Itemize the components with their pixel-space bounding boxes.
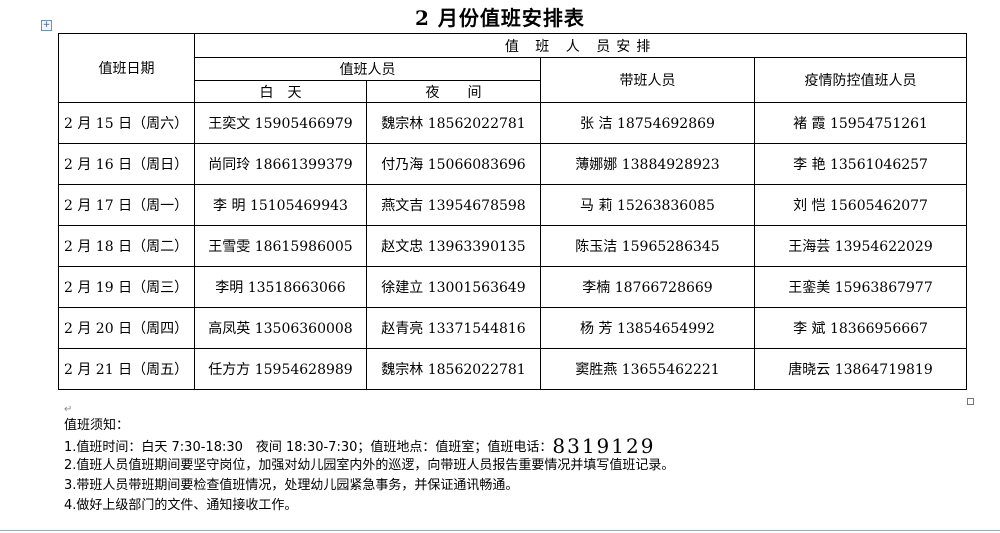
lead-cell: 窦胜燕 13655462221 <box>540 348 755 390</box>
page-bottom-divider <box>0 530 1000 531</box>
night-cell: 燕文吉 13954678598 <box>366 184 541 226</box>
epidemic-cell: 王海芸 13954622029 <box>753 225 968 267</box>
day-cell: 王奕文 15905466979 <box>194 102 367 144</box>
table-row: 2 月 19 日（周三） 李明 13518663066 徐建立 13001563… <box>58 266 968 308</box>
notes-line-4: 4.做好上级部门的文件、通知接收工作。 <box>64 498 298 513</box>
lead-cell: 马 莉 15263836085 <box>540 184 755 226</box>
table-row: 2 月 17 日（周一） 李 明 15105469943 燕文吉 1395467… <box>58 184 968 226</box>
night-cell: 徐建立 13001563649 <box>366 266 541 308</box>
header-arrangement: 值 班 人 员安排 <box>193 33 968 58</box>
date-cell: 2 月 17 日（周一） <box>58 184 195 226</box>
notes-line-3: 3.带班人员带班期间要检查值班情况，处理幼儿园紧急事务，并保证通讯畅通。 <box>64 478 519 493</box>
night-cell: 赵青亮 13371544816 <box>366 307 541 349</box>
header-date: 值班日期 <box>58 33 195 103</box>
lead-cell: 薄娜娜 13884928923 <box>540 143 755 185</box>
day-cell: 尚同玲 18661399379 <box>194 143 367 185</box>
day-cell: 任方方 15954628989 <box>194 348 367 390</box>
night-cell: 魏宗林 18562022781 <box>366 348 541 390</box>
date-cell: 2 月 19 日（周三） <box>58 266 195 308</box>
duty-schedule-table: 值班日期 值 班 人 员安排 值班人员 带班人员 疫情防控值班人员 白 天 夜 … <box>58 33 968 390</box>
date-cell: 2 月 20 日（周四） <box>58 307 195 349</box>
day-cell: 王雪雯 18615986005 <box>194 225 367 267</box>
duty-notes: ↵ 值班须知： 1.值班时间：白天 7:30-18:30 夜间 18:30-7:… <box>64 404 964 516</box>
day-cell: 李 明 15105469943 <box>194 184 367 226</box>
date-cell: 2 月 21 日（周五） <box>58 348 195 390</box>
table-row: 2 月 20 日（周四） 高凤英 13506360008 赵青亮 1337154… <box>58 307 968 349</box>
date-cell: 2 月 18 日（周二） <box>58 225 195 267</box>
lead-cell: 陈玉洁 15965286345 <box>540 225 755 267</box>
table-row: 2 月 16 日（周日） 尚同玲 18661399379 付乃海 1506608… <box>58 143 968 185</box>
date-cell: 2 月 15 日（周六） <box>58 102 195 144</box>
header-duty-staff: 值班人员 <box>194 57 541 81</box>
header-night: 夜 间 <box>366 80 541 103</box>
empty-paragraph-mark: ↵ <box>64 404 73 415</box>
epidemic-cell: 李 斌 18366956667 <box>753 307 968 349</box>
epidemic-cell: 李 艳 13561046257 <box>753 143 968 185</box>
notes-line-2: 2.值班人员值班期间要坚守岗位，加强对幼儿园室内外的巡逻，向带班人员报告重要情况… <box>64 458 675 473</box>
duty-phone-number: 8319129 <box>552 434 656 458</box>
day-cell: 高凤英 13506360008 <box>194 307 367 349</box>
lead-cell: 张 洁 18754692869 <box>540 102 755 144</box>
header-epidemic: 疫情防控值班人员 <box>753 57 968 103</box>
epidemic-cell: 褚 霞 15954751261 <box>753 102 968 144</box>
lead-cell: 李楠 18766728669 <box>540 266 755 308</box>
table-resize-handle[interactable] <box>967 398 974 405</box>
table-row: 2 月 18 日（周二） 王雪雯 18615986005 赵文忠 1396339… <box>58 225 968 267</box>
notes-line-1-text: 1.值班时间：白天 7:30-18:30 夜间 18:30-7:30；值班地点：… <box>64 440 553 455</box>
header-lead: 带班人员 <box>540 57 755 103</box>
table-row: 2 月 15 日（周六） 王奕文 15905466979 魏宗林 1856202… <box>58 102 968 144</box>
date-cell: 2 月 16 日（周日） <box>58 143 195 185</box>
epidemic-cell: 王銮美 15963867977 <box>753 266 968 308</box>
night-cell: 魏宗林 18562022781 <box>366 102 541 144</box>
day-cell: 李明 13518663066 <box>194 266 367 308</box>
epidemic-cell: 唐晓云 13864719819 <box>753 348 968 390</box>
night-cell: 付乃海 15066083696 <box>366 143 541 185</box>
table-row: 2 月 21 日（周五） 任方方 15954628989 魏宗林 1856202… <box>58 348 968 390</box>
table-move-handle-icon[interactable]: + <box>41 20 52 31</box>
header-day: 白 天 <box>194 80 367 103</box>
epidemic-cell: 刘 恺 15605462077 <box>753 184 968 226</box>
night-cell: 赵文忠 13963390135 <box>366 225 541 267</box>
notes-heading: 值班须知： <box>64 418 130 433</box>
document-title: 2 月份值班安排表 <box>415 6 585 30</box>
lead-cell: 杨 芳 13854654992 <box>540 307 755 349</box>
notes-line-1: 1.值班时间：白天 7:30-18:30 夜间 18:30-7:30；值班地点：… <box>64 436 964 456</box>
